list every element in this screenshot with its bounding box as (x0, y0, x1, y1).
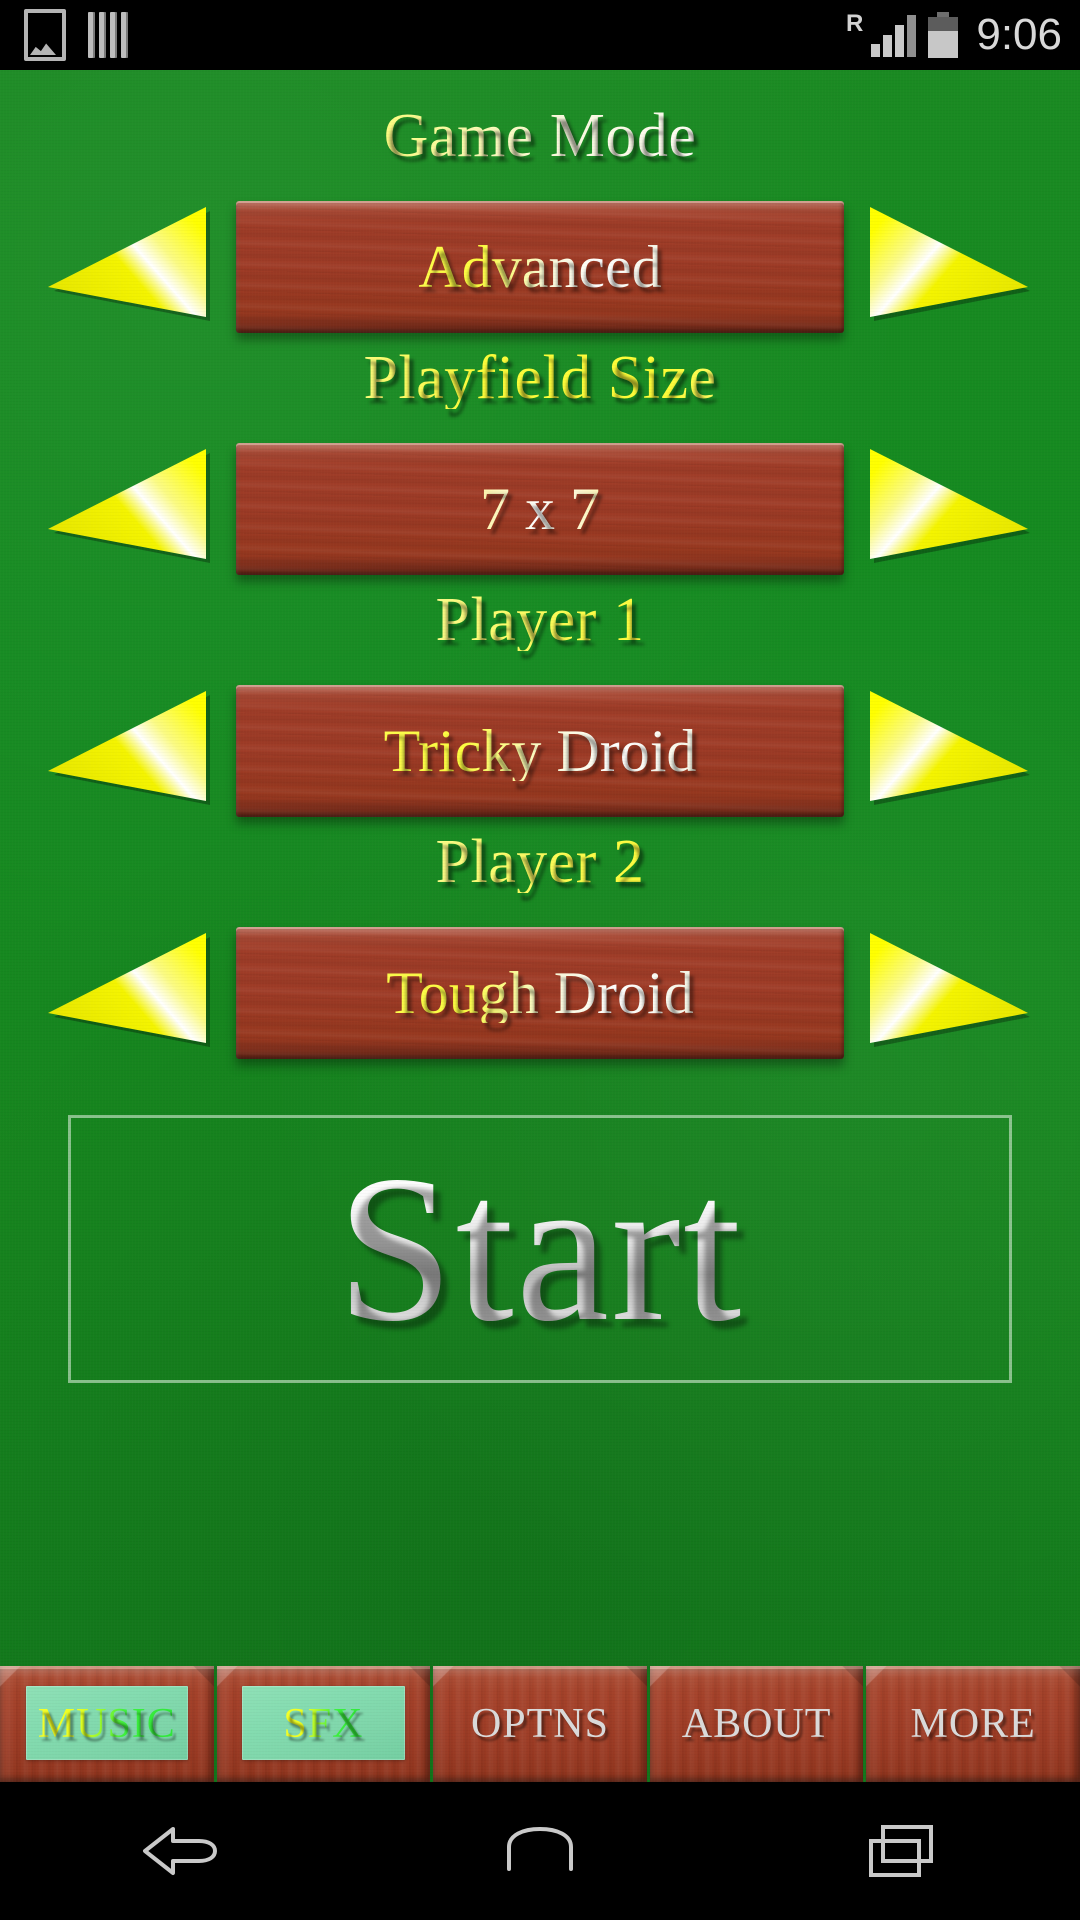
value-plaque-player-2[interactable]: Tough Droid (236, 927, 844, 1059)
roaming-indicator: R (846, 10, 864, 37)
home-icon (507, 1827, 573, 1871)
battery-icon (928, 12, 959, 58)
value-plaque-playfield-size[interactable]: 7 x 7 (236, 443, 844, 575)
setting-label-player-2: Player 2 (0, 831, 1080, 893)
toolbar-label-music: MUSIC (37, 1701, 176, 1747)
toolbar-button-about[interactable]: ABOUT (649, 1666, 864, 1782)
toolbar-button-sfx[interactable]: SFX (216, 1666, 431, 1782)
status-bar-clock: 9:06 (976, 10, 1062, 59)
prev-button-player-1[interactable] (48, 691, 210, 809)
prev-button-player-2[interactable] (48, 933, 210, 1051)
selector-game-mode: Advanced (0, 201, 1080, 333)
prev-button-game-mode[interactable] (48, 207, 210, 325)
setting-row-player-2: Player 2 Tough Droid (0, 831, 1080, 1059)
setting-row-game-mode: Game Mode Advanced (0, 105, 1080, 333)
toolbar-label-about: ABOUT (681, 1701, 832, 1747)
start-button-label: Start (336, 1133, 744, 1365)
setting-value-playfield-size: 7 x 7 (480, 476, 600, 542)
start-button[interactable]: Start (68, 1115, 1012, 1383)
value-plaque-player-1[interactable]: Tricky Droid (236, 685, 844, 817)
toolbar-button-music[interactable]: MUSIC (0, 1666, 214, 1782)
toolbar-label-optns: OPTNS (470, 1701, 609, 1747)
next-button-player-1[interactable] (870, 691, 1032, 809)
selector-player-2: Tough Droid (0, 927, 1080, 1059)
back-button[interactable] (80, 1782, 280, 1920)
home-button[interactable] (440, 1782, 640, 1920)
setting-row-player-1: Player 1 Tricky Droid (0, 589, 1080, 817)
next-button-player-2[interactable] (870, 933, 1032, 1051)
bars-icon (88, 12, 128, 58)
android-navigation-bar (0, 1782, 1080, 1920)
toolbar-label-sfx: SFX (283, 1701, 364, 1747)
setting-label-game-mode: Game Mode (0, 105, 1080, 167)
prev-button-playfield-size[interactable] (48, 449, 210, 567)
recents-button[interactable] (800, 1782, 1000, 1920)
setting-value-player-2: Tough Droid (386, 960, 694, 1026)
signal-bars-icon (871, 13, 917, 57)
setting-row-playfield-size: Playfield Size 7 x 7 (0, 347, 1080, 575)
gallery-icon (24, 9, 66, 61)
app-screen: R 9:06 Game Mode Advanced Playfield Size… (0, 0, 1080, 1920)
setting-value-game-mode: Advanced (418, 234, 662, 300)
value-plaque-game-mode[interactable]: Advanced (236, 201, 844, 333)
status-bar: R 9:06 (0, 0, 1080, 70)
status-bar-right-icons: R 9:06 (846, 0, 1062, 70)
toolbar-button-more[interactable]: MORE (866, 1666, 1080, 1782)
next-button-playfield-size[interactable] (870, 449, 1032, 567)
recents-icon (869, 1825, 933, 1877)
game-background: Game Mode Advanced Playfield Size 7 x 7 … (0, 70, 1080, 1782)
next-button-game-mode[interactable] (870, 207, 1032, 325)
selector-player-1: Tricky Droid (0, 685, 1080, 817)
back-icon (143, 1827, 217, 1875)
bottom-toolbar: MUSIC SFX OPTNS ABOUT MORE (0, 1666, 1080, 1782)
toolbar-label-more: MORE (910, 1701, 1036, 1747)
setting-label-player-1: Player 1 (0, 589, 1080, 651)
setting-value-player-1: Tricky Droid (383, 718, 697, 784)
toolbar-button-optns[interactable]: OPTNS (433, 1666, 647, 1782)
setting-label-playfield-size: Playfield Size (0, 347, 1080, 409)
status-bar-left-icons (24, 0, 128, 70)
selector-playfield-size: 7 x 7 (0, 443, 1080, 575)
